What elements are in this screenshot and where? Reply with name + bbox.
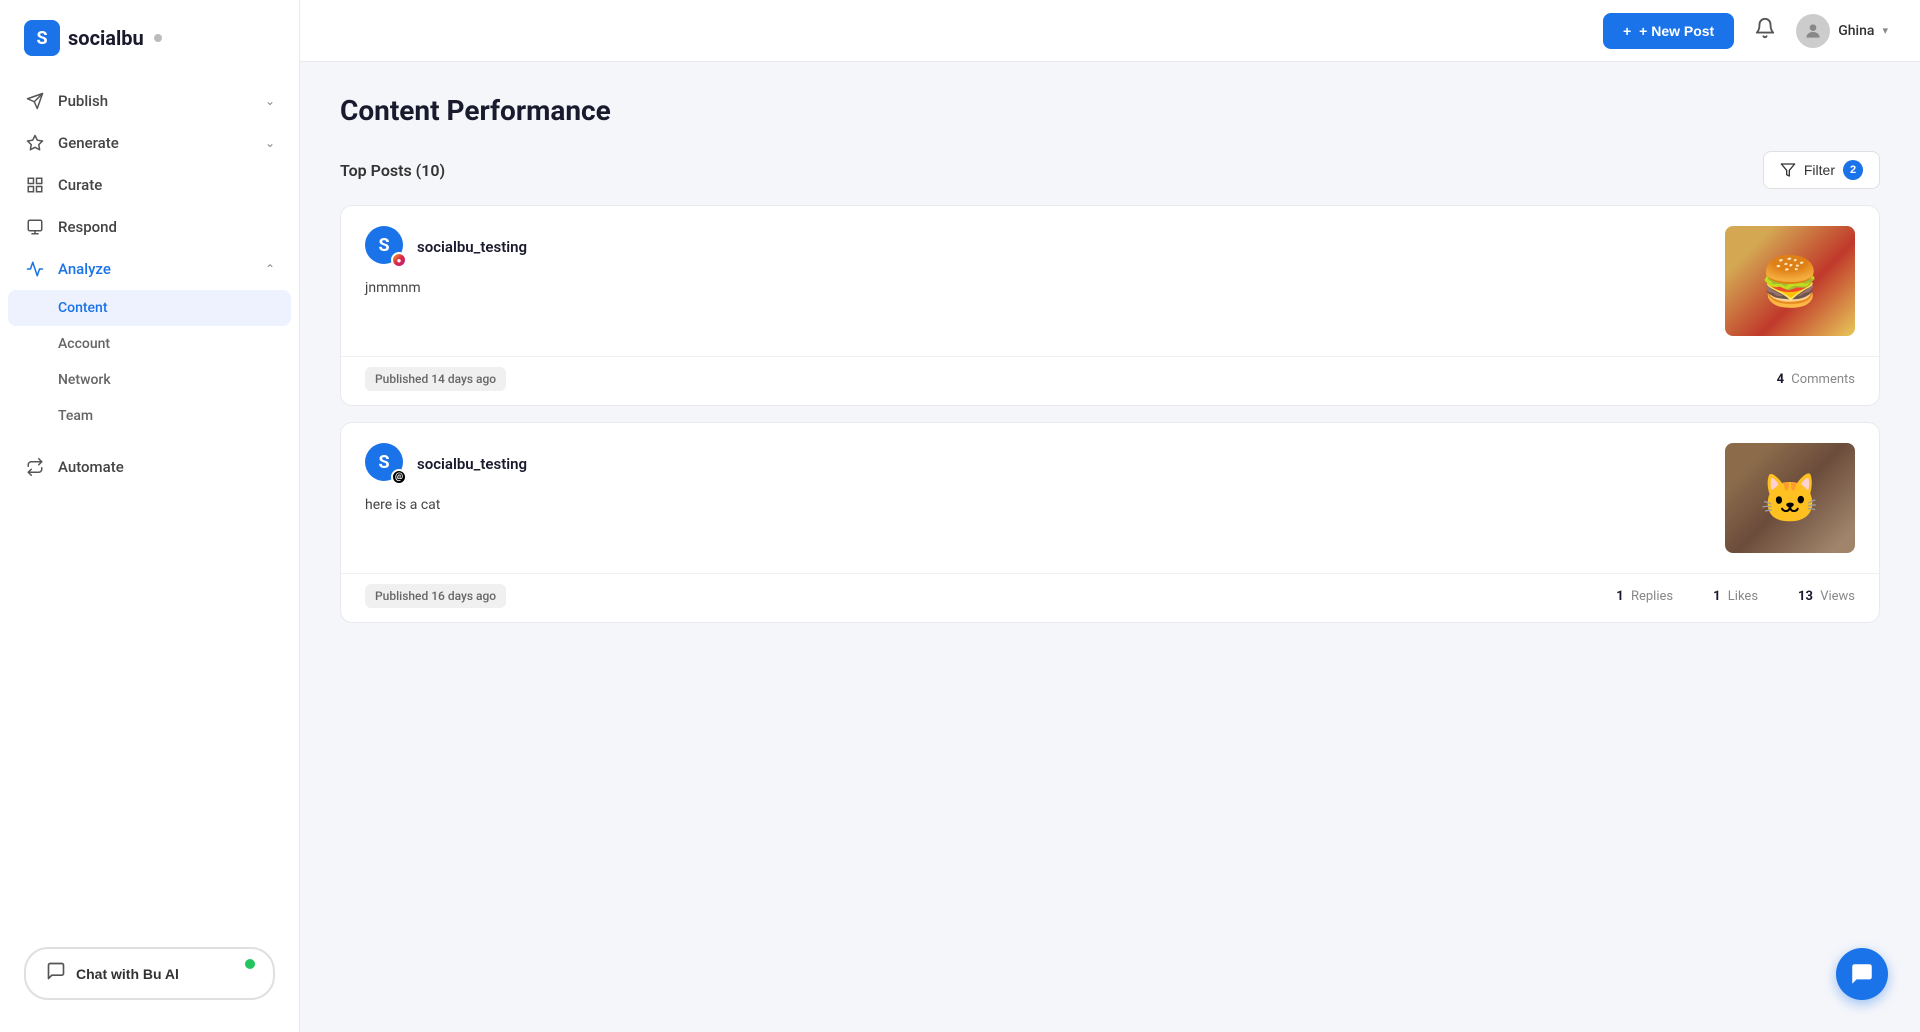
post-replies: 1 Replies <box>1616 589 1673 604</box>
sidebar-label-analyze: Analyze <box>58 260 111 278</box>
sidebar-item-automate[interactable]: Automate <box>0 446 299 488</box>
content-area: Content Performance Top Posts (10) Filte… <box>300 62 1920 1032</box>
sidebar-item-network[interactable]: Network <box>0 362 299 398</box>
sparkle-icon <box>24 134 46 152</box>
burger-image: 🍔 <box>1725 226 1855 336</box>
post-views-count: 13 <box>1798 589 1813 604</box>
avatar <box>1796 14 1830 48</box>
chat-online-dot <box>245 959 255 969</box>
logo-text: socialbu <box>68 26 144 50</box>
sidebar: S socialbu Publish ⌄ Generate ⌄ Curate <box>0 0 300 1032</box>
sidebar-item-publish[interactable]: Publish ⌄ <box>0 80 299 122</box>
sidebar-label-publish: Publish <box>58 92 108 110</box>
sidebar-item-respond[interactable]: Respond <box>0 206 299 248</box>
post-card-inner-2: S @ socialbu_testing here is a cat 🐱 <box>341 423 1879 573</box>
post-footer-1: Published 14 days ago 4 Comments <box>341 356 1879 405</box>
chat-btn-label: Chat with Bu Al <box>76 966 179 982</box>
post-likes: 1 Likes <box>1713 589 1758 604</box>
threads-icon: @ <box>391 469 407 485</box>
sidebar-item-content[interactable]: Content <box>8 290 291 326</box>
post-replies-label: Replies <box>1631 589 1673 604</box>
post-card: S ● socialbu_testing jnmmnm 🍔 Published … <box>340 205 1880 406</box>
cat-image: 🐱 <box>1725 443 1855 553</box>
post-text-2: here is a cat <box>365 495 1709 516</box>
post-avatar-wrap-1: S ● <box>365 226 407 268</box>
main-area: + + New Post Ghina ▾ Content Performance… <box>300 0 1920 1032</box>
post-comments: 4 Comments <box>1777 372 1855 387</box>
post-thumbnail-burger: 🍔 <box>1725 226 1855 336</box>
floating-chat-button[interactable] <box>1836 948 1888 1000</box>
post-published-badge-1: Published 14 days ago <box>365 367 506 391</box>
top-posts-label: Top Posts (10) <box>340 161 445 180</box>
post-footer-2: Published 16 days ago 1 Replies 1 Likes … <box>341 573 1879 622</box>
sidebar-item-analyze[interactable]: Analyze ⌃ <box>0 248 299 290</box>
user-menu[interactable]: Ghina ▾ <box>1796 14 1888 48</box>
post-published-badge-2: Published 16 days ago <box>365 584 506 608</box>
sidebar-item-generate[interactable]: Generate ⌄ <box>0 122 299 164</box>
respond-icon <box>24 218 46 236</box>
post-header-2: S @ socialbu_testing <box>365 443 1709 485</box>
instagram-icon: ● <box>391 252 407 268</box>
new-post-button[interactable]: + + New Post <box>1603 13 1734 49</box>
sidebar-logo: S socialbu <box>0 0 299 72</box>
sidebar-label-automate: Automate <box>58 458 124 476</box>
sidebar-item-curate[interactable]: Curate <box>0 164 299 206</box>
post-replies-count: 1 <box>1616 589 1623 604</box>
filter-button[interactable]: Filter 2 <box>1763 151 1880 189</box>
sidebar-label-respond: Respond <box>58 218 117 236</box>
post-likes-label: Likes <box>1728 589 1758 604</box>
post-username-1: socialbu_testing <box>417 238 527 256</box>
chevron-down-icon: ⌄ <box>265 94 275 108</box>
logo-icon: S <box>24 20 60 56</box>
chevron-up-icon: ⌃ <box>265 262 275 276</box>
post-comments-count: 4 <box>1777 372 1784 387</box>
user-name: Ghina <box>1838 23 1874 39</box>
sidebar-nav: Publish ⌄ Generate ⌄ Curate Respond <box>0 72 299 923</box>
post-header-1: S ● socialbu_testing <box>365 226 1709 268</box>
send-icon <box>24 92 46 110</box>
sidebar-label-curate: Curate <box>58 176 102 194</box>
post-text-1: jnmmnm <box>365 278 1709 299</box>
chat-btn-container: Chat with Bu Al <box>0 923 299 1024</box>
post-main-1: S ● socialbu_testing jnmmnm <box>365 226 1709 336</box>
grid-icon <box>24 176 46 194</box>
header: + + New Post Ghina ▾ <box>300 0 1920 62</box>
sidebar-item-account[interactable]: Account <box>0 326 299 362</box>
sidebar-item-team[interactable]: Team <box>0 398 299 434</box>
notifications-bell-button[interactable] <box>1750 13 1780 49</box>
user-chevron-icon: ▾ <box>1882 24 1888 37</box>
post-thumbnail-cat: 🐱 <box>1725 443 1855 553</box>
chart-icon <box>24 260 46 278</box>
new-post-label: + New Post <box>1637 23 1714 39</box>
post-likes-count: 1 <box>1713 589 1720 604</box>
chevron-down-icon-generate: ⌄ <box>265 136 275 150</box>
chat-with-bu-ai-button[interactable]: Chat with Bu Al <box>24 947 275 1000</box>
filter-row: Top Posts (10) Filter 2 <box>340 151 1880 189</box>
post-card-2: S @ socialbu_testing here is a cat 🐱 Pub… <box>340 422 1880 623</box>
filter-label: Filter <box>1804 162 1835 178</box>
logo-status-dot <box>154 34 162 42</box>
analyze-sub-nav: Content Account Network Team <box>0 290 299 438</box>
post-comments-label: Comments <box>1791 372 1855 387</box>
filter-badge: 2 <box>1843 160 1863 180</box>
post-avatar-wrap-2: S @ <box>365 443 407 485</box>
post-views-label: Views <box>1820 589 1855 604</box>
chat-bubble-icon <box>46 961 66 986</box>
post-views: 13 Views <box>1798 589 1855 604</box>
post-stats-1: 4 Comments <box>1777 372 1855 387</box>
post-stats-2: 1 Replies 1 Likes 13 Views <box>1616 589 1855 604</box>
page-title: Content Performance <box>340 94 1880 127</box>
automate-icon <box>24 458 46 476</box>
new-post-plus-icon: + <box>1623 23 1631 39</box>
post-username-2: socialbu_testing <box>417 455 527 473</box>
post-main-2: S @ socialbu_testing here is a cat <box>365 443 1709 553</box>
post-card-inner-1: S ● socialbu_testing jnmmnm 🍔 <box>341 206 1879 356</box>
sidebar-label-generate: Generate <box>58 134 119 152</box>
